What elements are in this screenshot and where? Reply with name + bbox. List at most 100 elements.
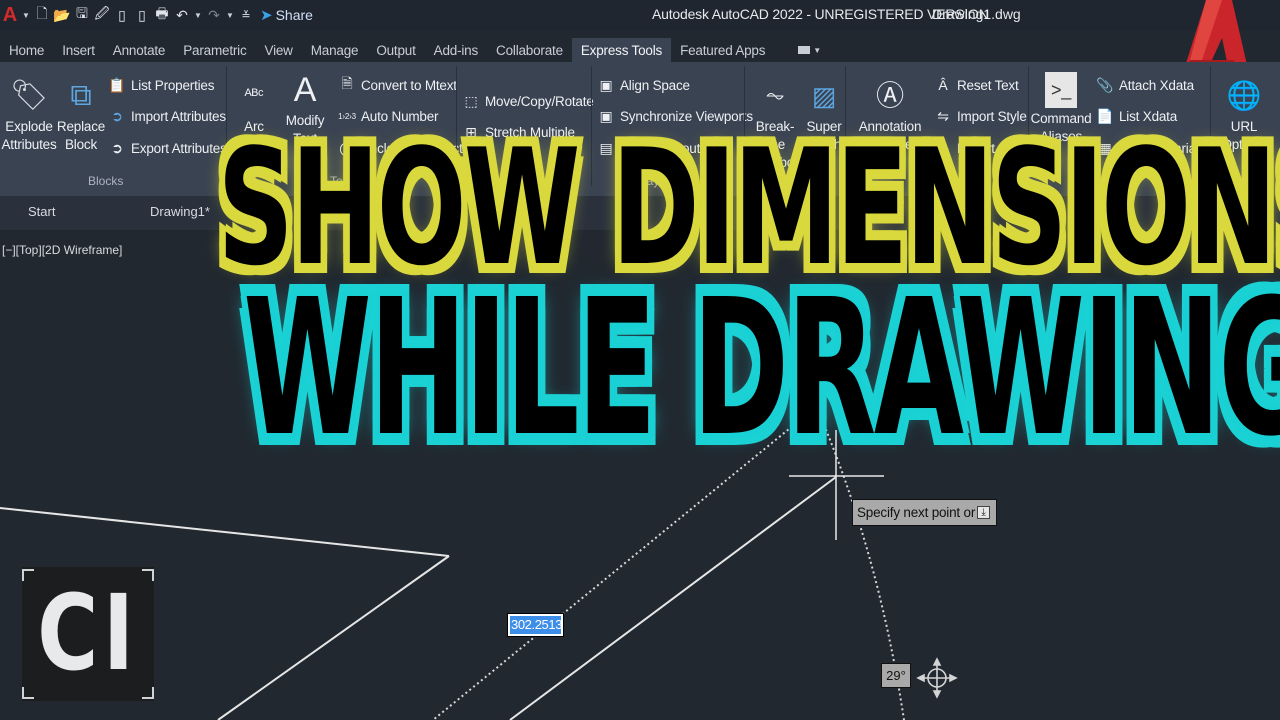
save-icon[interactable]: 🖫 <box>74 5 90 24</box>
tab-label: Parametric <box>183 42 247 58</box>
reset-text-icon: Â <box>938 77 948 93</box>
chevron-down-icon: ▼ <box>813 45 822 55</box>
tab-label: Express Tools <box>580 42 663 58</box>
button-label: List Properties <box>131 77 215 93</box>
tab-add-ins[interactable]: Add-ins <box>425 38 487 62</box>
button-label: Align Space <box>620 77 690 93</box>
tab-label: View <box>264 42 293 58</box>
file-tab-drawing1[interactable]: Drawing1* <box>150 204 210 219</box>
file-tab-start[interactable]: Start <box>28 204 55 219</box>
ribbon-minimize-button[interactable]: ▼ <box>798 38 821 62</box>
autocad-app-icon[interactable]: A <box>2 4 18 26</box>
button-label: Import Attributes <box>131 108 226 124</box>
export-attributes-icon: ➲ <box>111 139 123 156</box>
tab-insert[interactable]: Insert <box>53 38 104 62</box>
dynamic-length-input[interactable]: 302.2513 <box>507 613 564 637</box>
import-attributes-icon: ➲ <box>111 107 123 124</box>
polyline-segment-2 <box>217 555 450 720</box>
globe-icon: 🌐 <box>1226 80 1262 111</box>
new-file-icon[interactable]: 🗋 <box>34 5 50 24</box>
super-hatch-icon: ▨ <box>811 81 837 111</box>
panel-toggle-icon <box>798 46 811 54</box>
move-copy-rotate-icon: ⬚ <box>464 92 478 109</box>
tab-parametric[interactable]: Parametric <box>174 38 255 62</box>
file-name: Drawing1.dwg <box>932 6 1021 22</box>
convert-text-icon: 🗎 <box>341 75 353 91</box>
tab-collaborate[interactable]: Collaborate <box>487 38 572 62</box>
polyline-segment-1 <box>0 507 450 557</box>
open-file-icon[interactable]: 📂 <box>53 6 70 24</box>
modify-text-icon: A <box>293 71 317 109</box>
tab-express-tools[interactable]: Express Tools <box>571 38 672 62</box>
undo-dropdown-icon[interactable]: ▼ <box>194 6 202 24</box>
title-bar: A ▼ 🗋 📂 🖫 🖉 ▯ ▯ 🖶 ↶ ▼ ↷ ▼ ≚ ➤ Share Auto… <box>0 0 1280 30</box>
reset-text-button[interactable]: Â Reset Text <box>934 76 1019 94</box>
tab-label: Annotate <box>112 42 166 58</box>
redo-icon[interactable]: ↷ <box>206 6 222 24</box>
dynamic-angle-value: 29° <box>886 668 906 683</box>
tab-label: Collaborate <box>496 42 563 58</box>
import-attributes-button[interactable]: ➲ Import Attributes <box>108 107 226 125</box>
replace-block-button[interactable]: ⧉ Replace Block <box>56 76 106 154</box>
convert-to-mtext-button[interactable]: 🗎 Convert to Mtext <box>338 75 457 94</box>
customize-qat-icon[interactable]: ≚ <box>238 6 254 24</box>
plot-icon[interactable]: 🖶 <box>154 5 170 24</box>
tab-label: Home <box>9 42 45 58</box>
redo-dropdown-icon[interactable]: ▼ <box>226 6 234 24</box>
button-label: Replace <box>56 119 106 134</box>
viewport-controls[interactable]: [−][Top][2D Wireframe] <box>2 243 122 257</box>
rubberband-line <box>509 476 837 720</box>
button-label: Move/Copy/Rotate <box>485 93 594 109</box>
attach-xdata-icon: 📎 <box>1096 76 1114 93</box>
button-label: Reset Text <box>957 77 1019 93</box>
tab-label: Output <box>376 42 416 58</box>
options-dropdown-icon[interactable]: ⤓ <box>977 506 990 519</box>
button-label: Explode <box>5 119 53 134</box>
annotation-attachment-icon: Ⓐ <box>876 80 904 111</box>
quick-access-toolbar: A ▼ 🗋 📂 🖫 🖉 ▯ ▯ 🖶 ↶ ▼ ↷ ▼ ≚ ➤ Share <box>0 0 313 30</box>
open-from-mobile-icon[interactable]: ▯ <box>114 6 130 24</box>
export-attributes-button[interactable]: ➲ Export Attributes <box>108 139 227 157</box>
tab-annotate[interactable]: Annotate <box>104 38 174 62</box>
logo-corner <box>22 569 34 581</box>
explode-attributes-icon: 🏷 <box>10 79 48 112</box>
tab-home[interactable]: Home <box>0 38 53 62</box>
tab-featured-apps[interactable]: Featured Apps <box>671 38 774 62</box>
button-label: Convert to Mtext <box>361 77 457 93</box>
button-label: Attach Xdata <box>1119 77 1194 93</box>
attach-xdata-button[interactable]: 📎 Attach Xdata <box>1096 76 1194 94</box>
tab-manage[interactable]: Manage <box>302 38 368 62</box>
align-space-icon: ▣ <box>599 76 613 93</box>
button-label: Attributes <box>1 137 57 152</box>
headline-line-2: WHILE DRAWING <box>243 259 1280 478</box>
button-label: Export Attributes <box>131 140 227 156</box>
share-label: Share <box>275 7 313 23</box>
list-properties-button[interactable]: 📋 List Properties <box>108 76 214 94</box>
share-button[interactable]: ➤ Share <box>260 6 313 24</box>
dynamic-length-value: 302.2513 <box>510 616 563 634</box>
command-aliases-icon: >_ <box>1045 72 1077 108</box>
tab-label: Manage <box>310 42 359 58</box>
move-copy-rotate-button[interactable]: ⬚ Move/Copy/Rotate <box>462 92 594 110</box>
save-as-icon[interactable]: 🖉 <box>94 5 110 24</box>
button-label: Block <box>64 137 97 152</box>
tab-view[interactable]: View <box>256 38 302 62</box>
explode-attributes-button[interactable]: 🏷 Explode Attributes <box>1 76 57 154</box>
command-prompt-tooltip: Specify next point or ⤓ <box>852 499 997 526</box>
break-line-icon: ⏦ <box>765 82 785 109</box>
dynamic-angle-field[interactable]: 29° <box>881 663 911 688</box>
tab-label: Featured Apps <box>680 42 766 58</box>
clipboard-list-icon: 📋 <box>108 76 126 93</box>
logo-corner <box>22 687 34 699</box>
chevron-down-icon[interactable]: ▼ <box>22 6 30 24</box>
command-prompt-text: Specify next point or <box>857 505 976 520</box>
tab-label: Add-ins <box>433 42 479 58</box>
share-icon: ➤ <box>260 7 273 24</box>
replace-block-icon: ⧉ <box>70 79 92 112</box>
panel-title-blocks[interactable]: Blocks <box>88 174 123 188</box>
tab-output[interactable]: Output <box>367 38 424 62</box>
undo-icon[interactable]: ↶ <box>174 6 190 24</box>
align-space-button[interactable]: ▣ Align Space <box>597 76 690 94</box>
logo-corner <box>142 569 154 581</box>
save-to-mobile-icon[interactable]: ▯ <box>134 6 150 24</box>
